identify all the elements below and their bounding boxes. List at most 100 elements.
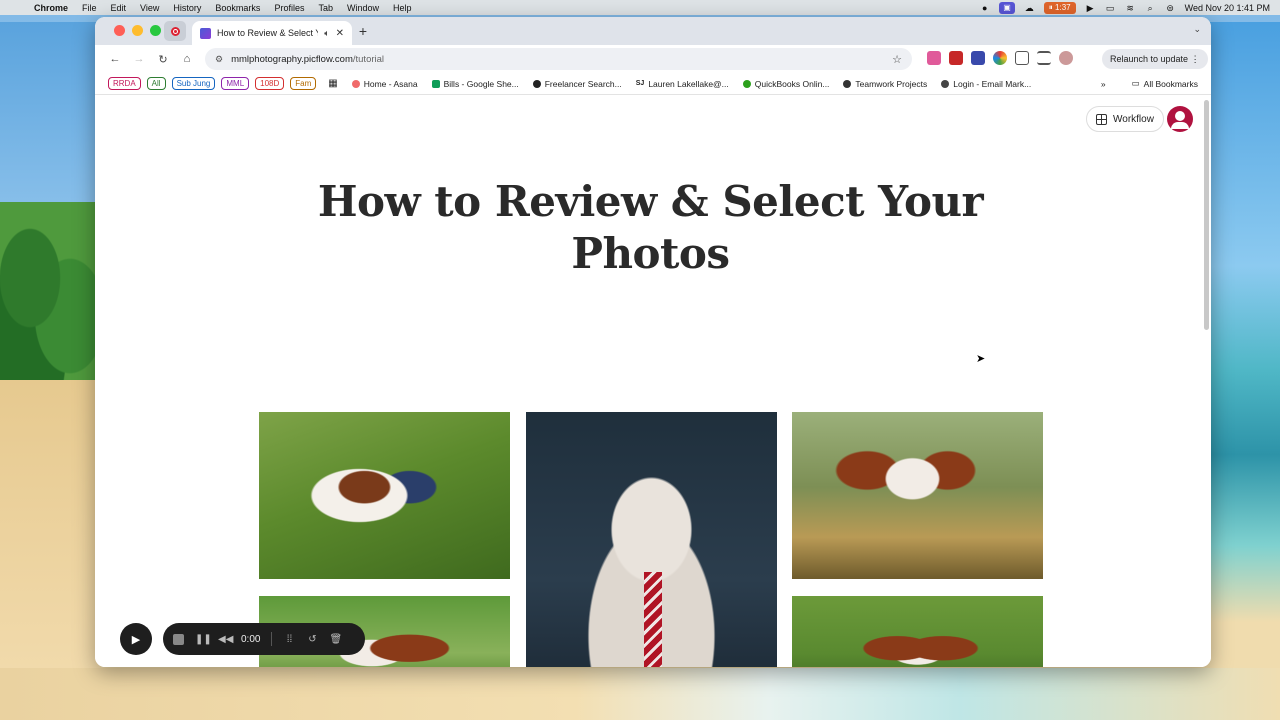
play-icon[interactable]: ▶ xyxy=(1085,3,1096,13)
drag-handle-icon[interactable]: ⁞⁞ xyxy=(283,634,295,645)
bookmark-label: Home - Asana xyxy=(363,78,418,89)
bookmark-star-icon[interactable]: ☆ xyxy=(892,53,902,66)
stop-recording-button[interactable] xyxy=(173,633,184,645)
color-picker-extension-icon[interactable] xyxy=(993,51,1007,65)
teamwork-icon xyxy=(843,79,852,88)
menu-file[interactable]: File xyxy=(82,3,97,13)
rewind-icon[interactable]: ◀◀ xyxy=(218,634,233,645)
bookmark-label: Teamwork Projects xyxy=(855,78,928,89)
sheets-icon xyxy=(431,79,440,88)
new-tab-button[interactable]: + xyxy=(354,22,372,40)
menu-app-name[interactable]: Chrome xyxy=(34,3,68,13)
minimize-window-button[interactable] xyxy=(132,25,143,36)
macos-menubar: Chrome File Edit View History Bookmarks … xyxy=(0,0,1280,15)
url-path: /tutorial xyxy=(352,53,385,65)
reload-icon[interactable]: ↻ xyxy=(151,53,175,66)
restart-icon[interactable]: ↺ xyxy=(306,634,318,645)
menu-bookmarks[interactable]: Bookmarks xyxy=(215,3,260,13)
apps-grid-icon[interactable]: ▦ xyxy=(328,78,337,89)
menubar-clock[interactable]: Wed Nov 20 1:41 PM xyxy=(1185,3,1270,13)
trash-icon[interactable]: 🗑︎ xyxy=(329,634,342,645)
video-camera-icon: ▶︎ xyxy=(131,633,141,646)
user-icon xyxy=(1171,111,1189,129)
timer-badge[interactable]: ⏸ 1:37 xyxy=(1043,1,1076,14)
gallery-photo[interactable] xyxy=(526,412,777,667)
bookmark-teamwork[interactable]: Teamwork Projects xyxy=(843,79,927,89)
bookmarks-bar: RRDA All Sub Jung MML 108D Fam ▦ Home - … xyxy=(95,73,1211,95)
battery-icon[interactable]: ▭ xyxy=(1105,3,1116,13)
more-bookmarks-chevron-icon[interactable]: » xyxy=(1101,79,1106,89)
record-icon xyxy=(170,26,180,36)
forward-arrow-icon[interactable]: → xyxy=(127,53,151,65)
bookmark-asana[interactable]: Home - Asana xyxy=(351,78,418,89)
address-bar[interactable]: ⚙ mmlphotography.picflow.com/tutorial ☆ xyxy=(205,48,912,70)
bookmark-folder-mml[interactable]: MML xyxy=(221,77,250,90)
bookmark-label: Lauren Lakellake@... xyxy=(648,78,729,89)
close-window-button[interactable] xyxy=(114,25,125,36)
recording-controls: ❚❚ ◀◀ 0:00 ⁞⁞ ↺ 🗑︎ xyxy=(163,623,365,655)
extension-icon[interactable] xyxy=(949,51,963,65)
menu-edit[interactable]: Edit xyxy=(111,3,127,13)
zoom-window-button[interactable] xyxy=(150,25,161,36)
bookmark-label: QuickBooks Onlin... xyxy=(754,78,830,89)
bookmark-lauren[interactable]: SJ Lauren Lakellake@... xyxy=(636,79,729,89)
gallery-photo[interactable] xyxy=(792,596,1043,667)
control-center-icon[interactable]: ⊜ xyxy=(1165,3,1176,13)
menu-profiles[interactable]: Profiles xyxy=(274,3,304,13)
menu-history[interactable]: History xyxy=(173,3,201,13)
cloud-sync-icon[interactable]: ☁ xyxy=(1024,3,1035,13)
extensions-puzzle-icon[interactable] xyxy=(1015,51,1029,65)
back-arrow-icon[interactable]: ← xyxy=(103,53,127,65)
tab-search-chevron-icon[interactable]: ⌄ xyxy=(1193,24,1201,35)
screen-share-icon[interactable]: ▣ xyxy=(999,1,1015,14)
reading-list-icon[interactable] xyxy=(1037,51,1051,65)
record-indicator-button[interactable] xyxy=(164,21,186,41)
bookmark-folder-all[interactable]: All xyxy=(146,77,166,90)
bookmark-label: Freelancer Search... xyxy=(544,78,622,89)
workflow-button[interactable]: Workflow xyxy=(1086,106,1164,132)
profile-avatar-icon[interactable] xyxy=(1059,51,1073,65)
url-host: mmlphotography.picflow.com xyxy=(231,53,353,65)
timer-value: 1:37 xyxy=(1055,2,1071,12)
camera-toggle-button[interactable]: ▶︎ xyxy=(120,623,152,655)
tab-active[interactable]: How to Review & Select Y 🔈︎ ✕ xyxy=(192,21,352,45)
grid-icon xyxy=(1096,113,1107,125)
menu-window[interactable]: Window xyxy=(347,3,379,13)
email-icon xyxy=(941,79,950,88)
menu-tab[interactable]: Tab xyxy=(318,3,333,13)
pause-icon[interactable]: ❚❚ xyxy=(195,634,212,645)
home-icon[interactable]: ⌂ xyxy=(175,53,199,65)
site-settings-icon[interactable]: ⚙ xyxy=(215,54,223,65)
bookmark-quickbooks[interactable]: QuickBooks Onlin... xyxy=(742,78,830,89)
bookmark-folder-108d[interactable]: 108D xyxy=(255,77,285,90)
extension-icon[interactable] xyxy=(971,51,985,65)
bookmark-folder-rrda[interactable]: RRDA xyxy=(108,77,141,90)
browser-window: How to Review & Select Y 🔈︎ ✕ + ⌄ ← → ↻ … xyxy=(95,17,1211,667)
bookmark-freelancer[interactable]: Freelancer Search... xyxy=(532,78,622,89)
photo-detail xyxy=(644,572,662,667)
bookmark-google-sheets[interactable]: Bills - Google She... xyxy=(431,78,519,89)
upwork-icon xyxy=(532,79,541,88)
bookmark-folder-fam[interactable]: Fam xyxy=(290,77,317,90)
gallery-photo[interactable] xyxy=(259,412,510,579)
close-tab-icon[interactable]: ✕ xyxy=(336,28,344,39)
extension-icon[interactable] xyxy=(927,51,941,65)
bookmark-email-login[interactable]: Login - Email Mark... xyxy=(941,79,1031,89)
tab-strip: How to Review & Select Y 🔈︎ ✕ + ⌄ xyxy=(95,17,1211,45)
user-avatar[interactable] xyxy=(1167,106,1193,132)
wifi-icon[interactable]: ≋ xyxy=(1125,3,1136,13)
all-bookmarks-label: All Bookmarks xyxy=(1143,78,1198,89)
menu-help[interactable]: Help xyxy=(393,3,412,13)
speaker-icon[interactable]: 🔈︎ xyxy=(324,28,329,39)
bookmark-folder-sub-jung[interactable]: Sub Jung xyxy=(171,77,216,90)
microphone-icon[interactable]: ● xyxy=(979,3,990,13)
gallery-photo[interactable] xyxy=(792,412,1043,579)
menu-view[interactable]: View xyxy=(140,3,159,13)
window-controls xyxy=(114,25,161,36)
desktop-wallpaper-right xyxy=(1210,22,1280,720)
search-icon[interactable]: ⌕ xyxy=(1145,3,1156,13)
sj-prefix: SJ xyxy=(635,80,645,87)
relaunch-update-button[interactable]: Relaunch to update ⋮ xyxy=(1102,49,1208,69)
bookmark-label: Bills - Google She... xyxy=(443,78,519,89)
all-bookmarks-folder[interactable]: ▭ All Bookmarks xyxy=(1132,78,1198,89)
